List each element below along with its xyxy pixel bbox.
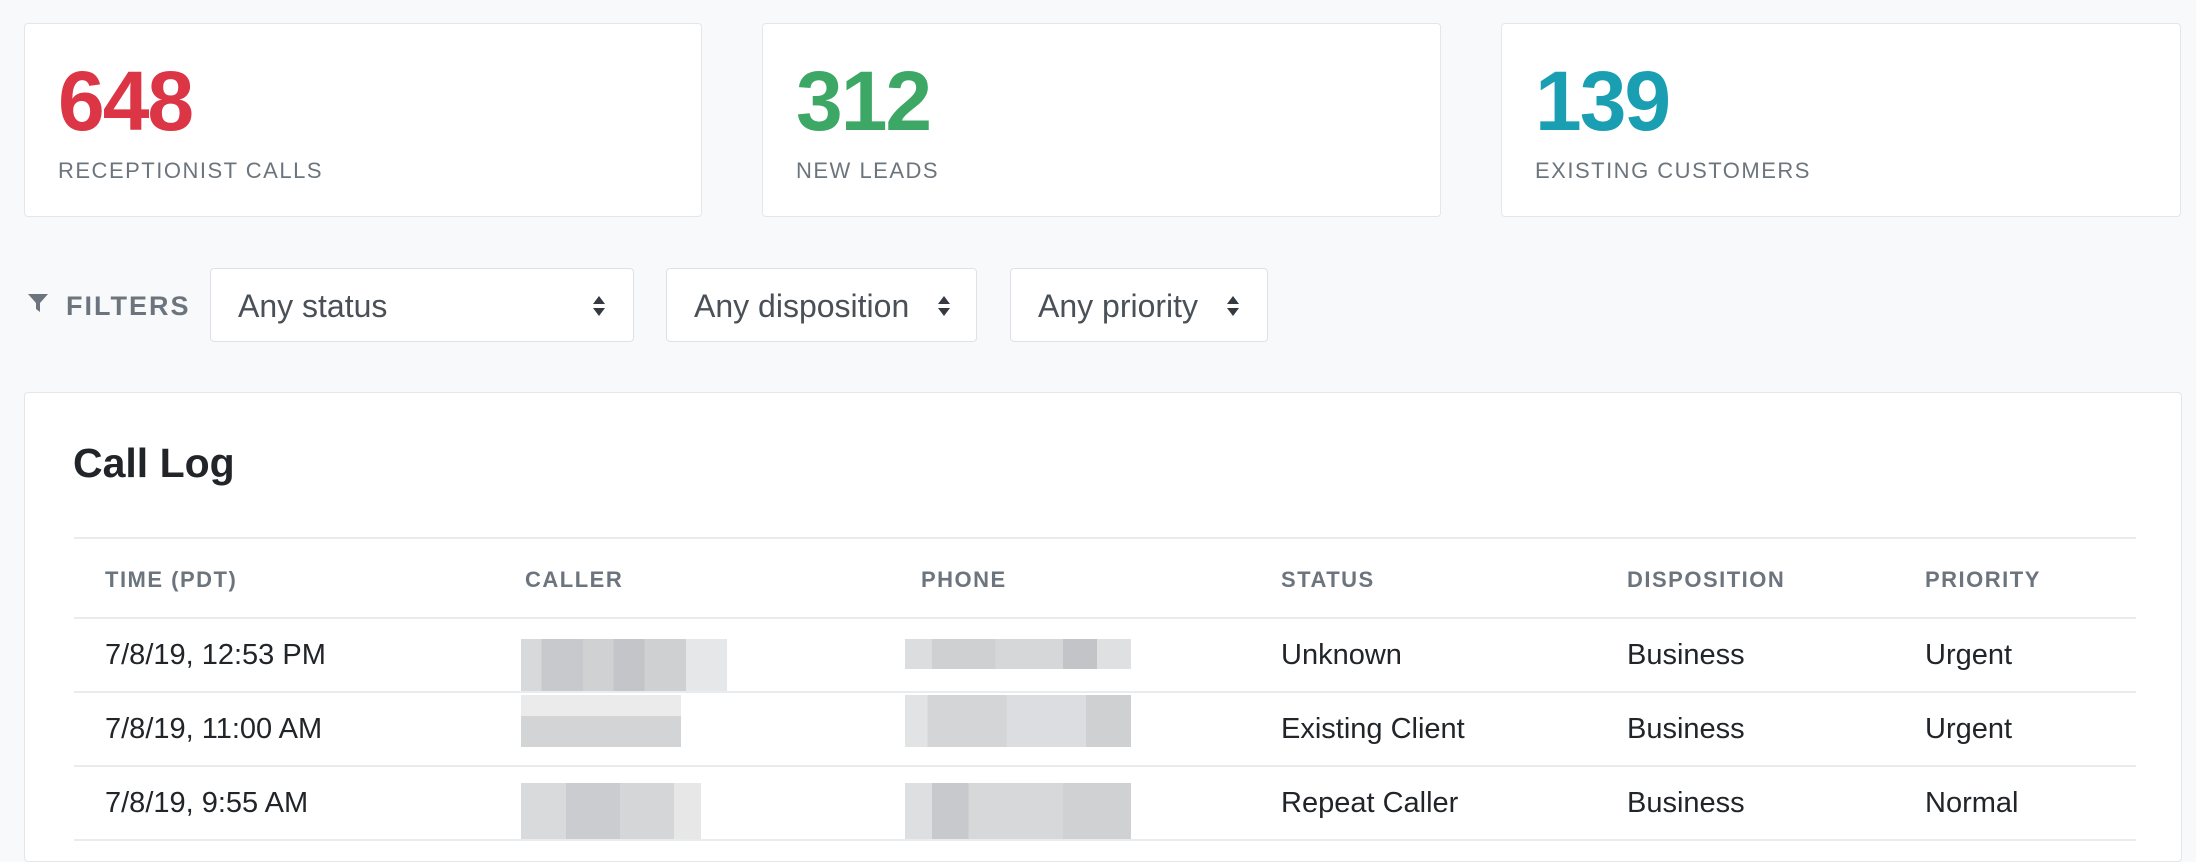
panel-title: Call Log — [73, 440, 235, 486]
redacted-caller — [521, 783, 701, 839]
sort-caret-icon — [938, 296, 950, 316]
stat-card-existing-customers: 139 EXISTING CUSTOMERS — [1501, 23, 2181, 217]
status-select-value: Any status — [238, 288, 388, 324]
column-header-status[interactable]: STATUS — [1281, 569, 1375, 591]
stat-label: RECEPTIONIST CALLS — [58, 158, 323, 183]
cell-time: 7/8/19, 12:53 PM — [105, 639, 326, 671]
disposition-select-value: Any disposition — [694, 288, 910, 324]
column-header-time[interactable]: TIME (PDT) — [105, 569, 237, 591]
filters-label: FILTERS — [66, 291, 191, 321]
stat-card-new-leads: 312 NEW LEADS — [762, 23, 1441, 217]
header-divider — [74, 617, 2136, 619]
cell-status: Repeat Caller — [1281, 787, 1459, 819]
stat-value: 648 — [58, 54, 194, 148]
call-log-panel: Call Log TIME (PDT) CALLER PHONE STATUS … — [24, 392, 2182, 862]
redacted-phone — [905, 783, 1131, 839]
status-select[interactable]: Any status — [210, 268, 634, 342]
stat-value: 312 — [796, 54, 932, 148]
cell-status: Unknown — [1281, 639, 1402, 671]
redacted-caller — [521, 695, 681, 747]
stat-card-receptionist-calls: 648 RECEPTIONIST CALLS — [24, 23, 702, 217]
redacted-phone — [905, 639, 1131, 669]
redacted-caller — [521, 639, 727, 691]
redacted-phone — [905, 695, 1131, 747]
sort-caret-icon — [593, 296, 605, 316]
cell-status: Existing Client — [1281, 713, 1465, 745]
cell-priority: Urgent — [1925, 639, 2013, 671]
cell-disposition: Business — [1627, 713, 1745, 745]
stat-label: EXISTING CUSTOMERS — [1535, 158, 1811, 183]
column-header-phone[interactable]: PHONE — [921, 569, 1007, 591]
cell-disposition: Business — [1627, 787, 1745, 819]
disposition-select[interactable]: Any disposition — [666, 268, 977, 342]
cell-time: 7/8/19, 11:00 AM — [105, 713, 323, 745]
stat-value: 139 — [1535, 54, 1671, 148]
row-divider — [74, 691, 2136, 693]
priority-select[interactable]: Any priority — [1010, 268, 1268, 342]
cell-priority: Urgent — [1925, 713, 2013, 745]
column-header-caller[interactable]: CALLER — [525, 569, 623, 591]
table-top-divider — [74, 537, 2136, 539]
row-divider — [74, 765, 2136, 767]
stat-label: NEW LEADS — [796, 158, 940, 183]
column-header-disposition[interactable]: DISPOSITION — [1627, 569, 1785, 591]
filter-icon — [28, 294, 48, 312]
sort-caret-icon — [1227, 296, 1239, 316]
column-header-priority[interactable]: PRIORITY — [1925, 569, 2041, 591]
cell-priority: Normal — [1925, 787, 2019, 819]
cell-time: 7/8/19, 9:55 AM — [105, 787, 309, 819]
priority-select-value: Any priority — [1038, 288, 1199, 324]
cell-disposition: Business — [1627, 639, 1745, 671]
